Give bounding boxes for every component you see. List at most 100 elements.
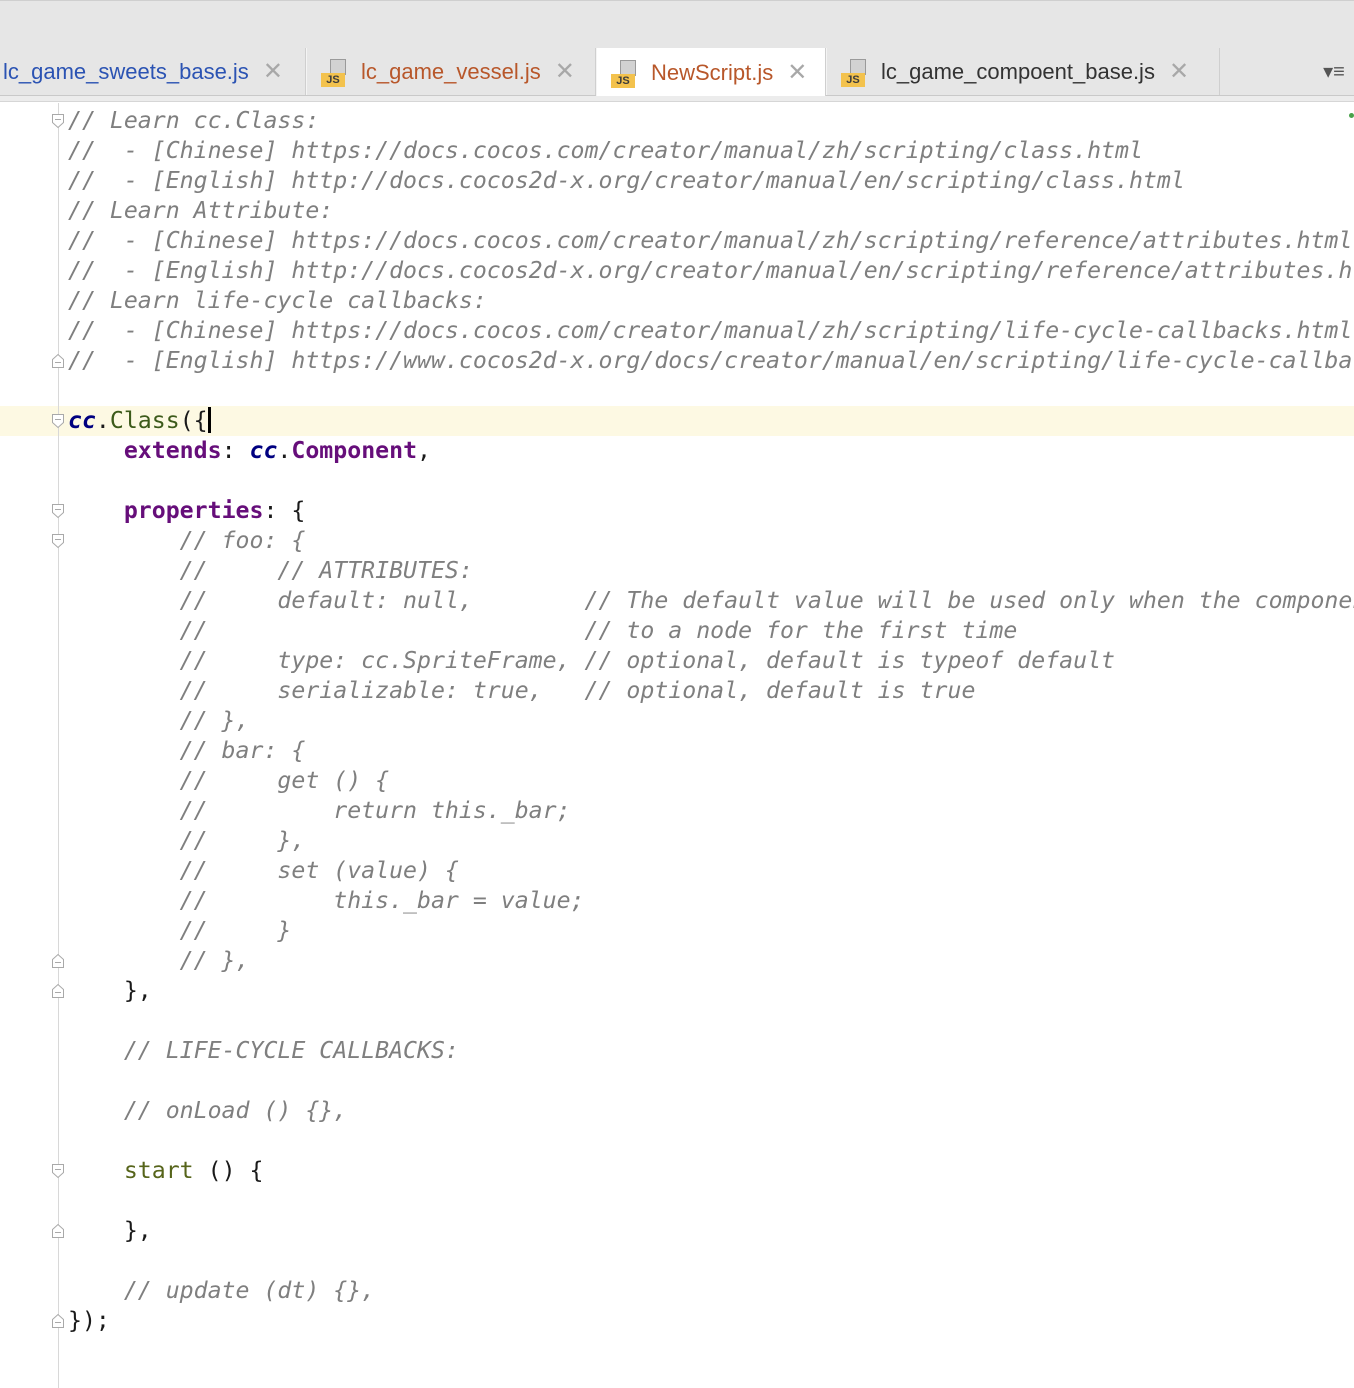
code-line[interactable]: // },	[0, 946, 1354, 976]
code-line[interactable]: // bar: {	[0, 736, 1354, 766]
code-token: // default: null, // The default value w…	[179, 587, 1354, 614]
tab-newscript[interactable]: JS NewScript.js ✕	[596, 48, 826, 97]
code-token: // return this._bar;	[68, 797, 571, 824]
tab-lc-game-vessel[interactable]: JS lc_game_vessel.js ✕	[306, 48, 596, 95]
code-token: });	[68, 1307, 110, 1334]
code-line-text: // // to a node for the first time	[68, 616, 1018, 646]
code-line[interactable]: // },	[0, 706, 1354, 736]
code-line-text: // foo: {	[68, 526, 306, 556]
close-tab-icon[interactable]: ✕	[555, 57, 575, 86]
close-tab-icon[interactable]: ✕	[787, 58, 807, 87]
code-line[interactable]: // get () {	[0, 766, 1354, 796]
code-line[interactable]	[0, 376, 1354, 406]
code-token: // },	[68, 707, 250, 734]
code-line[interactable]: // default: null, // The default value w…	[0, 586, 1354, 616]
close-tab-icon[interactable]: ✕	[1169, 57, 1189, 86]
code-line[interactable]: // update (dt) {},	[0, 1276, 1354, 1306]
code-line[interactable]: cc.Class({	[0, 406, 1354, 436]
code-line-text: // type: cc.SpriteFrame, // optional, de…	[68, 646, 1115, 676]
code-line[interactable]	[0, 466, 1354, 496]
code-line[interactable]	[0, 1246, 1354, 1276]
code-line-text: // - [Chinese] https://docs.cocos.com/cr…	[68, 226, 1352, 256]
code-line[interactable]: // return this._bar;	[0, 796, 1354, 826]
tab-list-menu-icon[interactable]: ▾≡	[1314, 48, 1354, 95]
code-token: // Learn cc.Class:	[68, 107, 320, 134]
fold-close-icon[interactable]	[51, 983, 65, 999]
code-token: : {	[263, 497, 306, 524]
fold-open-icon[interactable]	[51, 413, 65, 429]
code-line[interactable]: // onLoad () {},	[0, 1096, 1354, 1126]
code-token: // update (dt) {},	[68, 1277, 376, 1304]
code-line[interactable]: // LIFE-CYCLE CALLBACKS:	[0, 1036, 1354, 1066]
code-line[interactable]: },	[0, 976, 1354, 1006]
code-line[interactable]: properties: {	[0, 496, 1354, 526]
code-token: // set (value) {	[68, 857, 459, 884]
code-line-text: },	[68, 976, 152, 1006]
tab-lc-game-compoent-base[interactable]: JS lc_game_compoent_base.js ✕	[826, 48, 1220, 95]
code-line[interactable]	[0, 1006, 1354, 1036]
code-token: // onLoad () {},	[68, 1097, 348, 1124]
code-token: // - [Chinese] https://docs.cocos.com/cr…	[68, 227, 1353, 254]
fold-open-icon[interactable]	[51, 503, 65, 519]
code-line[interactable]: // Learn cc.Class:	[0, 106, 1354, 136]
code-line[interactable]: });	[0, 1306, 1354, 1336]
code-line[interactable]: // set (value) {	[0, 856, 1354, 886]
code-line[interactable]: // this._bar = value;	[0, 886, 1354, 916]
code-token: ,	[417, 437, 431, 464]
code-line[interactable]: extends: cc.Component,	[0, 436, 1354, 466]
fold-open-icon[interactable]	[51, 113, 65, 129]
code-token: // bar: {	[68, 737, 306, 764]
code-editor[interactable]: // Learn cc.Class: // - [Chinese] https:/…	[0, 103, 1354, 1388]
code-line[interactable]: // - [Chinese] https://docs.cocos.com/cr…	[0, 136, 1354, 166]
code-token: // },	[68, 947, 250, 974]
js-file-icon: JS	[321, 58, 351, 89]
editor-tab-bar: lc_game_sweets_base.js ✕ JS lc_game_vess…	[0, 48, 1354, 97]
js-file-icon: JS	[611, 59, 641, 90]
code-line-text: // - [English] http://docs.cocos2d-x.org…	[68, 166, 1185, 196]
code-line[interactable]: // },	[0, 826, 1354, 856]
code-token: .	[277, 437, 292, 464]
close-tab-icon[interactable]: ✕	[263, 57, 283, 86]
fold-close-icon[interactable]	[51, 1223, 65, 1239]
code-line[interactable]: // Learn life-cycle callbacks:	[0, 286, 1354, 316]
code-line[interactable]: // - [English] https://www.cocos2d-x.org…	[0, 346, 1354, 376]
code-line[interactable]: // - [Chinese] https://docs.cocos.com/cr…	[0, 226, 1354, 256]
code-line-text: },	[68, 1216, 152, 1246]
tab-label: lc_game_compoent_base.js	[881, 58, 1155, 84]
code-token: // Learn Attribute:	[68, 197, 334, 224]
code-token: ({	[179, 407, 208, 434]
code-line[interactable]: // - [English] http://docs.cocos2d-x.org…	[0, 166, 1354, 196]
fold-close-icon[interactable]	[51, 953, 65, 969]
code-token: cc	[249, 437, 278, 464]
tab-lc-game-sweets-base[interactable]: lc_game_sweets_base.js ✕	[0, 48, 306, 95]
code-line[interactable]	[0, 1186, 1354, 1216]
code-line-text: // Learn life-cycle callbacks:	[68, 286, 487, 316]
code-line-text: // - [English] https://www.cocos2d-x.org…	[68, 346, 1354, 376]
fold-open-icon[interactable]	[51, 533, 65, 549]
code-line-text: properties: {	[68, 496, 306, 526]
fold-close-icon[interactable]	[51, 1313, 65, 1329]
code-line[interactable]: // type: cc.SpriteFrame, // optional, de…	[0, 646, 1354, 676]
code-line[interactable]: // - [English] http://docs.cocos2d-x.org…	[0, 256, 1354, 286]
code-line[interactable]	[0, 1126, 1354, 1156]
code-line-text: // - [English] http://docs.cocos2d-x.org…	[68, 256, 1354, 286]
code-line[interactable]: // // ATTRIBUTES:	[0, 556, 1354, 586]
code-line[interactable]: // // to a node for the first time	[0, 616, 1354, 646]
code-line[interactable]: start () {	[0, 1156, 1354, 1186]
code-token: cc	[68, 407, 96, 434]
code-line-text: start () {	[68, 1156, 264, 1186]
code-line-text: // }	[68, 916, 292, 946]
code-line[interactable]	[0, 1066, 1354, 1096]
code-line[interactable]: // - [Chinese] https://docs.cocos.com/cr…	[0, 316, 1354, 346]
code-line[interactable]: },	[0, 1216, 1354, 1246]
code-line[interactable]: // foo: {	[0, 526, 1354, 556]
fold-close-icon[interactable]	[51, 353, 65, 369]
code-token: // // ATTRIBUTES:	[68, 557, 473, 584]
code-line-text: // Learn cc.Class:	[68, 106, 319, 136]
fold-open-icon[interactable]	[51, 1163, 65, 1179]
code-line[interactable]: // serializable: true, // optional, defa…	[0, 676, 1354, 706]
code-line[interactable]: // Learn Attribute:	[0, 196, 1354, 226]
code-line[interactable]: // }	[0, 916, 1354, 946]
code-line-text: // LIFE-CYCLE CALLBACKS:	[68, 1036, 459, 1066]
